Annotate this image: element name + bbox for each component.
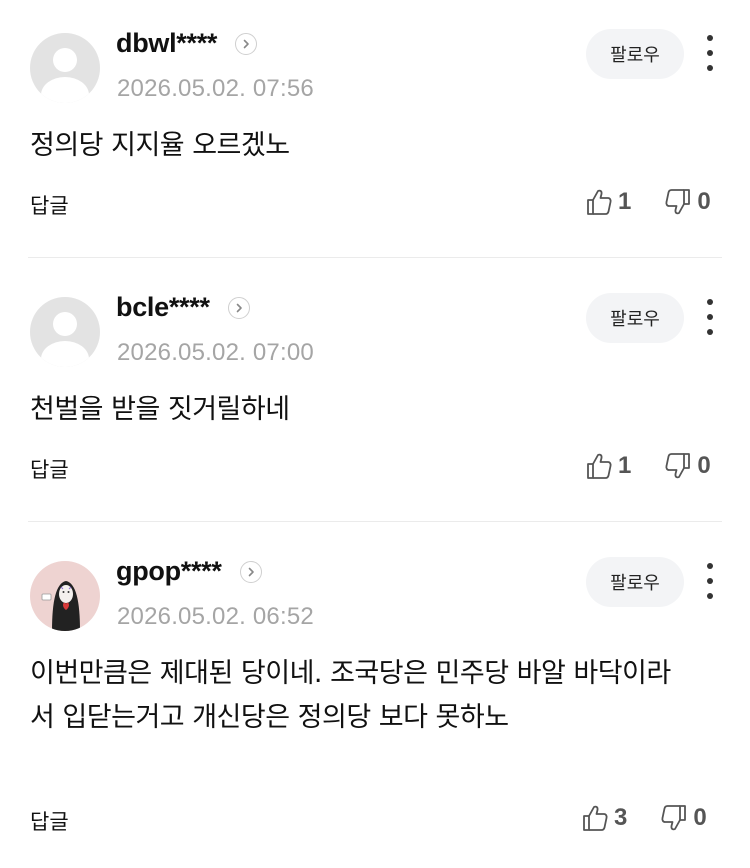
comment-item: gpop**** 2026.05.02. 06:52 팔로우 이번만큼은 제대된… [0,522,750,868]
like-count: 1 [618,188,632,215]
more-options-icon[interactable] [702,563,718,599]
username-row: dbwl**** [116,28,258,59]
dislike-button[interactable]: 0 [665,452,711,480]
more-options-icon[interactable] [702,35,718,71]
chevron-right-icon[interactable] [239,560,262,583]
like-button[interactable]: 3 [582,804,627,832]
follow-button[interactable]: 팔로우 [586,557,684,607]
chevron-right-icon[interactable] [235,32,258,55]
comment-timestamp: 2026.05.02. 06:52 [117,603,314,630]
like-button[interactable]: 1 [586,188,631,216]
thumbs-down-icon [665,189,691,215]
like-count: 1 [618,452,632,479]
like-button[interactable]: 1 [586,452,631,480]
dislike-button[interactable]: 0 [665,188,711,216]
username-row: bcle**** [116,292,250,323]
avatar[interactable] [30,297,100,367]
dislike-count: 0 [697,452,711,479]
thumbs-up-icon [587,189,612,215]
dislike-count: 0 [693,804,707,831]
comment-timestamp: 2026.05.02. 07:56 [117,75,314,102]
reply-button[interactable]: 답글 [30,806,69,836]
character-avatar-image [30,561,100,631]
vote-group: 3 0 [582,804,707,832]
default-avatar-icon [30,33,100,103]
follow-button[interactable]: 팔로우 [586,29,684,79]
thumbs-down-icon [661,805,687,831]
default-avatar-icon [30,297,100,367]
like-count: 3 [614,804,628,831]
dislike-button[interactable]: 0 [661,804,707,832]
username[interactable]: dbwl**** [116,28,217,59]
username-row: gpop**** [116,556,262,587]
avatar[interactable] [30,561,100,631]
reply-button[interactable]: 답글 [30,454,69,484]
dislike-count: 0 [697,188,711,215]
comment-text: 정의당 지지율 오르겠노 [30,130,290,161]
comment-item: dbwl**** 2026.05.02. 07:56 팔로우 정의당 지지율 오… [0,0,750,258]
username[interactable]: gpop**** [116,556,222,587]
thumbs-up-icon [587,453,612,479]
username[interactable]: bcle**** [116,292,210,323]
reply-button[interactable]: 답글 [30,190,69,220]
comment-text: 천벌을 받을 짓거릴하네 [30,394,290,425]
chevron-right-icon[interactable] [227,296,250,319]
vote-group: 1 0 [586,188,711,216]
comment-item: bcle**** 2026.05.02. 07:00 팔로우 천벌을 받을 짓거… [0,258,750,522]
thumbs-down-icon [665,453,691,479]
comment-text: 이번만큼은 제대된 당이네. 조국당은 민주당 바알 바닥이라서 입닫는거고 개… [30,658,671,733]
more-options-icon[interactable] [702,299,718,335]
avatar[interactable] [30,33,100,103]
comment-timestamp: 2026.05.02. 07:00 [117,339,314,366]
vote-group: 1 0 [586,452,711,480]
follow-button[interactable]: 팔로우 [586,293,684,343]
thumbs-up-icon [583,805,608,831]
